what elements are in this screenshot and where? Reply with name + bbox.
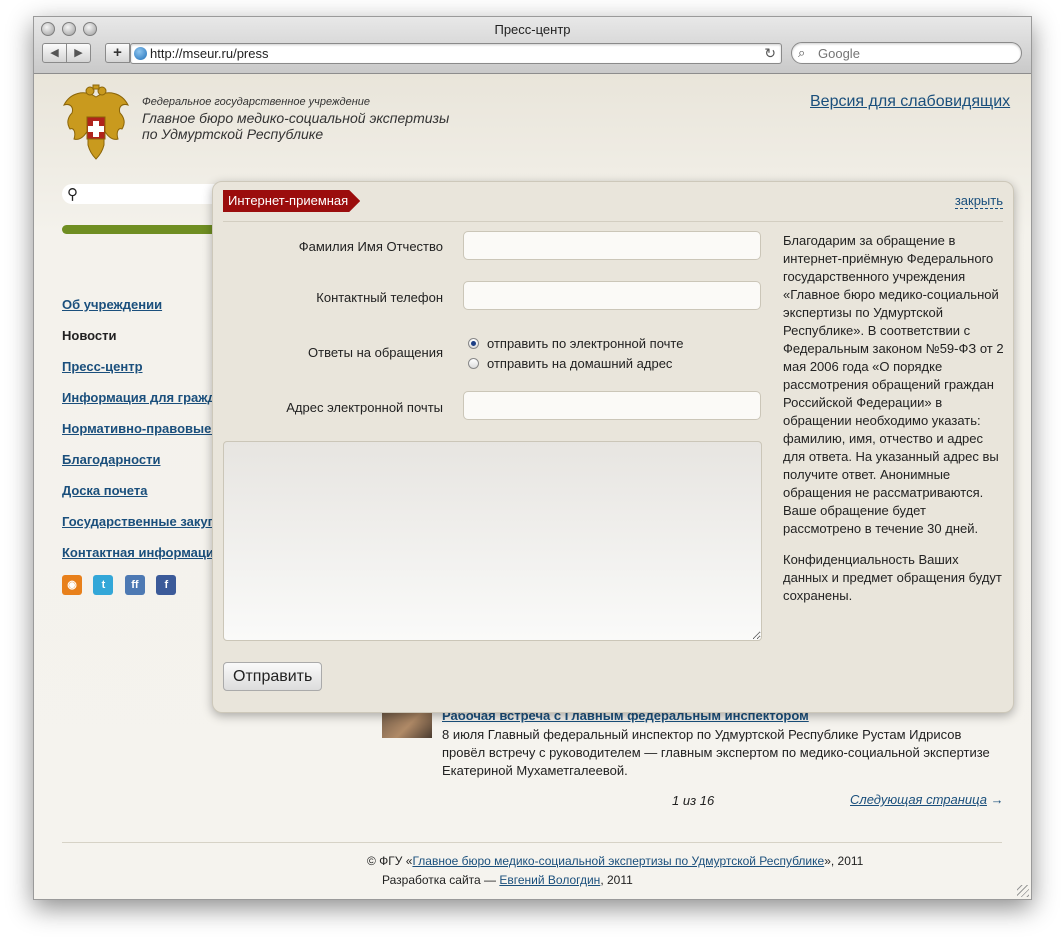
radio-email-label: отправить по электронной почте [487, 336, 684, 351]
plus-icon: + [113, 44, 122, 61]
globe-icon [134, 47, 147, 60]
rss-icon[interactable]: ◉ [62, 575, 82, 595]
phone-field-label: Контактный телефон [316, 290, 443, 305]
back-arrow-icon: ◀ [50, 47, 59, 59]
sidebar-item-label: Новости [62, 328, 117, 343]
name-field[interactable] [463, 231, 761, 260]
social-links: ◉ t ff f [62, 575, 183, 595]
email-field[interactable] [463, 391, 761, 420]
facebook-icon[interactable]: f [156, 575, 177, 595]
browser-search: ⌕ [791, 42, 1022, 64]
add-bookmark-button[interactable]: + [105, 43, 130, 63]
radio-home-address-label: отправить на домашний адрес [487, 356, 673, 371]
sidebar-item-label[interactable]: Доска почета [62, 483, 147, 498]
address-bar[interactable]: http://mseur.ru/press ↻ [130, 43, 782, 64]
sidebar-item-label[interactable]: Благодарности [62, 452, 160, 467]
news-text: 8 июля Главный федеральный инспектор по … [442, 727, 990, 778]
name-field-label: Фамилия Имя Отчество [298, 239, 443, 254]
org-name-line1: Главное бюро медико-социальной экспертиз… [142, 110, 450, 126]
radio-home-address[interactable]: отправить на домашний адрес [468, 356, 672, 371]
pager-count: 1 из 16 [672, 793, 715, 808]
sidebar-item-label[interactable]: Информация для граждан [62, 390, 231, 405]
footer-dev-prefix: Разработка сайта — [382, 873, 500, 887]
resize-grip-icon[interactable] [1017, 885, 1029, 897]
reload-icon[interactable]: ↻ [764, 45, 776, 62]
url-text: http://mseur.ru/press [150, 46, 269, 61]
window-title: Пресс-центр [494, 22, 571, 37]
phone-field[interactable] [463, 281, 761, 310]
back-button[interactable]: ◀ [42, 43, 67, 63]
forward-arrow-icon: ▶ [74, 47, 83, 59]
dialog-close-link[interactable]: закрыть [954, 194, 1003, 209]
sidebar-item-label[interactable]: Пресс-центр [62, 359, 143, 374]
forward-button[interactable]: ▶ [66, 43, 91, 63]
page: Федеральное государственное учреждение Г… [34, 74, 1031, 899]
internet-reception-dialog: Интернет-приемная закрыть Фамилия Имя От… [212, 181, 1014, 713]
dialog-title-tab: Интернет-приемная [223, 190, 360, 212]
footer-copyright-prefix: © ФГУ « [367, 854, 413, 868]
info-paragraph-1: Благодарим за обращение в интернет-приём… [783, 233, 1004, 536]
footer-org-link[interactable]: Главное бюро медико-социальной экспертиз… [412, 854, 824, 868]
dialog-info: Благодарим за обращение в интернет-приём… [783, 232, 1005, 618]
sidebar-item-label[interactable]: Государственные закупки [62, 514, 230, 529]
arrow-right-icon: → [990, 792, 1004, 807]
accessible-version-link[interactable]: Версия для слабовидящих [810, 93, 1010, 111]
footer-copyright: © ФГУ «Главное бюро медико-социальной эк… [367, 854, 863, 868]
emblem-icon [63, 84, 129, 160]
info-paragraph-2: Конфиденциальность Ваших данных и предме… [783, 552, 1002, 603]
footer-divider [62, 842, 1002, 843]
org-subtitle: Федеральное государственное учреждение [142, 96, 371, 108]
footer-copyright-suffix: », 2011 [824, 854, 864, 868]
dialog-divider [223, 221, 1003, 222]
org-name: Главное бюро медико-социальной экспертиз… [142, 110, 492, 142]
search-icon: ⌕ [798, 45, 806, 60]
footer-dev-suffix: , 2011 [600, 873, 633, 887]
answers-label: Ответы на обращения [308, 345, 443, 360]
sidebar-item-label[interactable]: Об учреждении [62, 297, 162, 312]
radio-email-button[interactable] [468, 338, 479, 349]
pager-next: Следующая страница → [850, 792, 1004, 807]
email-field-label: Адрес электронной почты [286, 400, 443, 415]
browser-search-input[interactable] [818, 44, 1013, 62]
send-button[interactable]: Отправить [223, 662, 323, 691]
twitter-icon[interactable]: t [93, 575, 114, 595]
footer-dev-link[interactable]: Евгений Вологдин [499, 873, 600, 887]
footer-developer: Разработка сайта — Евгений Вологдин, 201… [382, 873, 633, 887]
radio-home-address-button[interactable] [468, 358, 479, 369]
search-icon: ⚲ [67, 186, 78, 203]
titlebar: Пресс-центр ◀ ▶ + http://mseur.ru/press … [34, 17, 1031, 74]
sidebar-item-label[interactable]: Контактная информация [62, 545, 221, 560]
browser-window: Пресс-центр ◀ ▶ + http://mseur.ru/press … [33, 16, 1032, 900]
friendfeed-icon[interactable]: ff [124, 575, 145, 595]
message-textarea[interactable] [223, 441, 762, 641]
next-page-link[interactable]: Следующая страница [850, 792, 987, 807]
radio-email[interactable]: отправить по электронной почте [468, 336, 683, 351]
org-name-line2: по Удмуртской Республике [142, 126, 324, 142]
